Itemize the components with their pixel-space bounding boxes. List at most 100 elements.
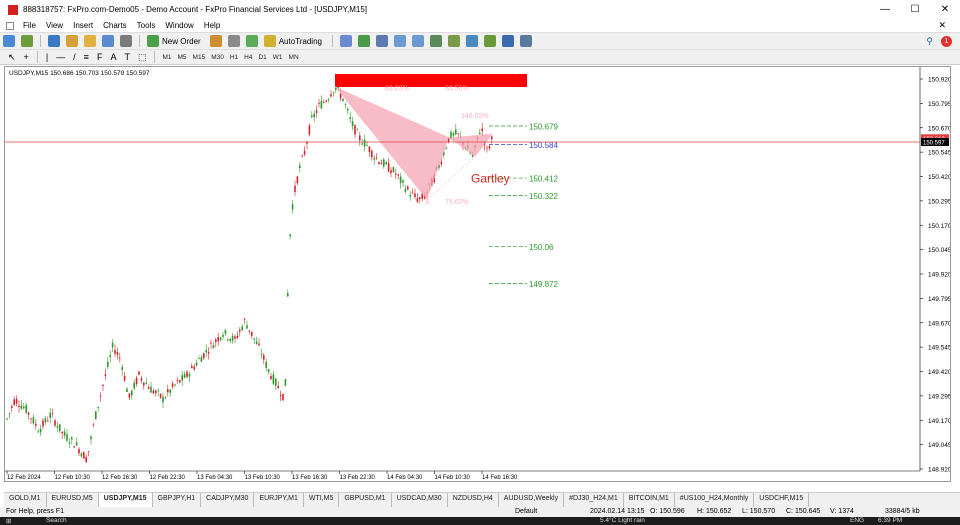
menu-insert[interactable]: Insert — [68, 21, 98, 30]
tab-usdcad-m30[interactable]: USDCAD,M30 — [392, 493, 448, 507]
timeframe-h4[interactable]: H4 — [241, 54, 255, 61]
level-lines[interactable]: 150.679150.584150.412150.322150.06149.87… — [489, 122, 558, 289]
candle-body — [140, 378, 143, 381]
text-icon[interactable]: A — [110, 52, 116, 62]
candle-body — [188, 373, 191, 377]
maximize-button[interactable]: ☐ — [900, 0, 930, 19]
candle-body — [71, 437, 73, 440]
tab-cadjpy-m30[interactable]: CADJPY,M30 — [201, 493, 255, 507]
gartley-xab-triangle[interactable] — [335, 86, 449, 200]
candle-body — [260, 354, 263, 355]
candle-body — [123, 375, 126, 381]
tab-nzdusd-h4[interactable]: NZDUSD,H4 — [448, 493, 499, 507]
timeframe-m15[interactable]: M15 — [190, 54, 209, 61]
new-order-icon[interactable] — [147, 35, 159, 47]
status-bar: For Help, press F1 Default 2024.02.14 13… — [0, 507, 960, 517]
strategy-tester-icon[interactable] — [120, 35, 132, 47]
candle-body — [315, 110, 318, 113]
candle-body — [373, 157, 375, 160]
cursor-icon[interactable]: ↖ — [8, 52, 16, 63]
tab-usdchf-m15[interactable]: USDCHF,M15 — [754, 493, 810, 507]
data-window-icon[interactable] — [66, 35, 78, 47]
timeframe-d1[interactable]: D1 — [255, 54, 269, 61]
timeframe-h1[interactable]: H1 — [227, 54, 241, 61]
new-order-button[interactable]: New Order — [162, 37, 201, 46]
label-icon[interactable]: T — [124, 52, 130, 62]
chart-shift-icon[interactable] — [447, 35, 460, 47]
candle-body — [419, 197, 421, 200]
horizontal-line-icon[interactable]: — — [56, 52, 65, 62]
candle-body — [23, 406, 25, 409]
resistance-zone-rectangle[interactable] — [335, 74, 527, 87]
tab-wti-m5[interactable]: WTI,M5 — [304, 493, 340, 507]
price-tick-label: 149.795 — [928, 296, 950, 303]
navigator-icon[interactable] — [84, 35, 96, 47]
tab-dj30-m1[interactable]: #DJ30_H24,M1 — [564, 493, 624, 507]
candle-body — [227, 339, 229, 340]
shapes-icon[interactable]: ⬚ — [138, 52, 147, 63]
candle-body — [222, 334, 224, 337]
menu-tools[interactable]: Tools — [132, 21, 161, 30]
new-chart-icon[interactable] — [3, 35, 15, 47]
menu-window[interactable]: Window — [160, 21, 198, 30]
autotrading-button[interactable]: AutoTrading — [279, 37, 322, 46]
tab-audusd-weekly[interactable]: AUDUSD,Weekly — [499, 493, 565, 507]
tile-windows-icon[interactable] — [429, 35, 442, 47]
auto-scroll-icon[interactable] — [465, 35, 478, 47]
notification-badge[interactable]: 1 — [941, 35, 952, 47]
tab-gbpjpy-h1[interactable]: GBPJPY,H1 — [153, 493, 202, 507]
vertical-line-icon[interactable]: | — [46, 52, 48, 62]
terminal-icon[interactable] — [102, 35, 114, 47]
tab-gbpusd-m1[interactable]: GBPUSD,M1 — [339, 493, 392, 507]
bar-chart-icon[interactable] — [339, 35, 352, 47]
pattern-ratio-label: 146.02% — [461, 113, 489, 120]
tab-us100-monthly[interactable]: #US100_H24,Monthly — [675, 493, 755, 507]
line-chart-icon[interactable] — [375, 35, 388, 47]
tab-eurjpy-m1[interactable]: EURJPY,M1 — [254, 493, 304, 507]
price-chart[interactable]: 63.03% 63.56%146.02%75.60%AGartley 150.67… — [5, 67, 950, 481]
templates-icon[interactable] — [519, 35, 532, 47]
gartley-bcd-triangle[interactable] — [449, 133, 493, 157]
zoom-out-icon[interactable] — [411, 35, 424, 47]
periods-icon[interactable] — [501, 35, 514, 47]
candlesticks-icon[interactable] — [357, 35, 370, 47]
minimize-button[interactable]: — — [870, 0, 900, 19]
autotrading-icon[interactable] — [263, 35, 276, 47]
tab-bitcoin-m1[interactable]: BITCOIN,M1 — [624, 493, 675, 507]
pattern-point-a-label: A — [425, 199, 430, 206]
candle-body — [375, 157, 378, 159]
timeframe-m30[interactable]: M30 — [208, 54, 227, 61]
timeframe-mn[interactable]: MN — [286, 54, 302, 61]
signals-icon[interactable] — [227, 35, 240, 47]
tab-usdjpy-m15[interactable]: USDJPY,M15 — [98, 493, 153, 507]
taskbar-language[interactable]: ENG — [850, 517, 864, 524]
market-watch-icon[interactable] — [48, 35, 60, 47]
candle-body — [179, 380, 181, 383]
metaeditor-icon[interactable] — [209, 35, 222, 47]
profiles-icon[interactable] — [21, 35, 33, 47]
trendline-icon[interactable]: / — [73, 52, 76, 62]
indicators-icon[interactable] — [483, 35, 496, 47]
menu-view[interactable]: View — [41, 21, 68, 30]
timeframe-m1[interactable]: M1 — [159, 54, 174, 61]
tab-eurusd-m5[interactable]: EURUSD,M5 — [47, 493, 99, 507]
start-icon[interactable]: ⊞ — [6, 517, 11, 525]
zoom-in-icon[interactable] — [393, 35, 406, 47]
market-icon[interactable] — [245, 35, 258, 47]
tab-gold-m1[interactable]: GOLD,M1 — [4, 493, 47, 507]
menu-charts[interactable]: Charts — [98, 21, 132, 30]
fibonacci-icon[interactable]: F — [97, 52, 103, 62]
timeframe-m5[interactable]: M5 — [175, 54, 190, 61]
chart-close-button[interactable]: ✕ — [938, 19, 946, 32]
menu-file[interactable]: File — [18, 21, 41, 30]
candle-body — [246, 325, 248, 329]
close-button[interactable]: ✕ — [930, 0, 960, 19]
crosshair-icon[interactable]: + — [24, 52, 29, 62]
timeframe-w1[interactable]: W1 — [270, 54, 286, 61]
search-icon[interactable]: ⚲ — [926, 36, 933, 47]
chart-window[interactable]: 63.03% 63.56% 146.02% 75.60% A Gartley 150.67… — [4, 66, 951, 482]
menu-help[interactable]: Help — [199, 21, 225, 30]
status-profile[interactable]: Default — [515, 508, 537, 515]
channel-icon[interactable]: ≡ — [84, 52, 89, 62]
taskbar-search[interactable]: Search — [46, 517, 67, 524]
